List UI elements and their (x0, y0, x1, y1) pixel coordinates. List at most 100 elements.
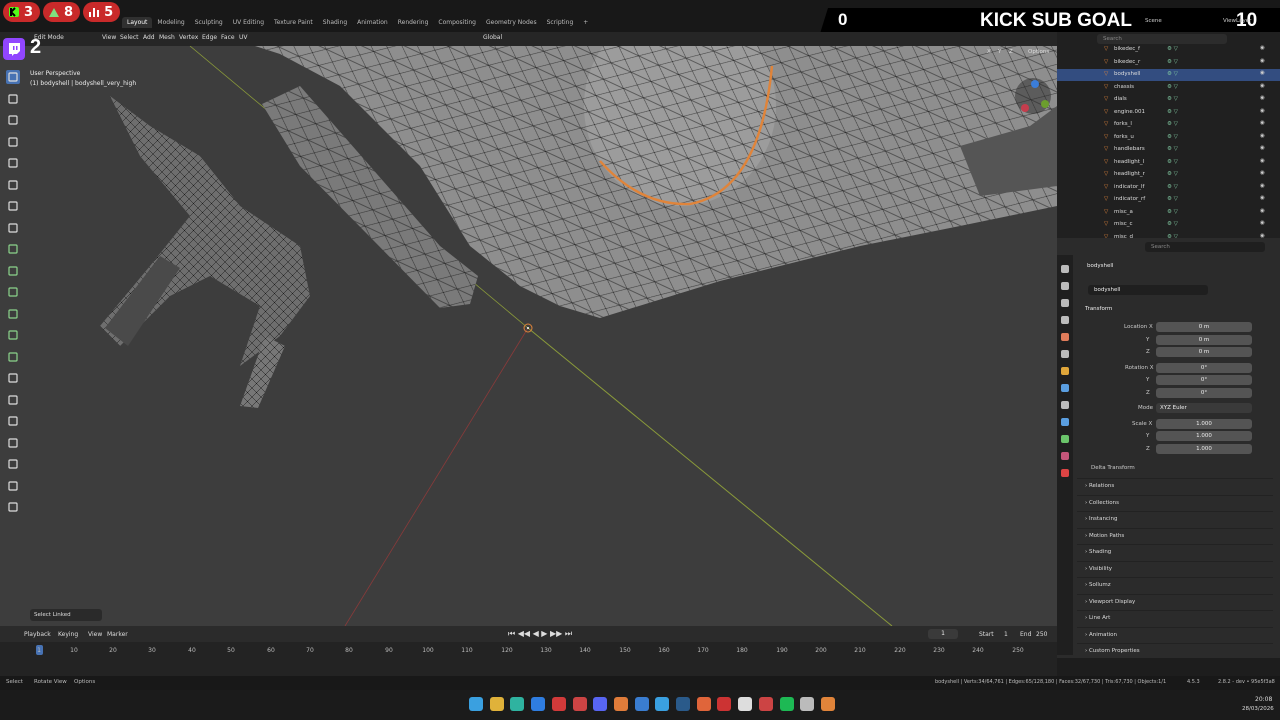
inset-icon[interactable] (6, 285, 20, 299)
location-z-field[interactable]: 0 m (1156, 347, 1252, 357)
app-icon[interactable] (717, 697, 732, 711)
outliner-item[interactable]: ▽ forks_l ⚙ ▽ ◉ (1057, 119, 1280, 131)
acrobat-icon[interactable] (551, 697, 566, 711)
eye-icon[interactable]: ◉ (1260, 70, 1265, 76)
eye-icon[interactable]: ◉ (1260, 108, 1265, 114)
tab-animation[interactable]: Animation (352, 17, 393, 28)
eye-icon[interactable]: ◉ (1260, 170, 1265, 176)
measure-icon[interactable] (6, 221, 20, 235)
edge-slide-icon[interactable] (6, 436, 20, 450)
move-icon[interactable] (6, 113, 20, 127)
properties-tab-icon[interactable] (1061, 469, 1069, 477)
scene-selector[interactable]: Scene (1145, 18, 1162, 24)
menu-mesh[interactable]: Mesh (159, 34, 175, 41)
rotation-z-field[interactable]: 0° (1156, 388, 1252, 398)
app-icon[interactable] (738, 697, 753, 711)
section-animation[interactable]: › Animation (1077, 626, 1273, 641)
bevel-icon[interactable] (6, 307, 20, 321)
outliner-item[interactable]: ▽ chassis ⚙ ▽ ◉ (1057, 82, 1280, 94)
menu-keying[interactable]: Keying (58, 631, 78, 638)
photos-icon[interactable] (655, 697, 670, 711)
transform-section[interactable]: Transform (1085, 306, 1112, 312)
cursor-icon[interactable] (6, 92, 20, 106)
tab-uv-editing[interactable]: UV Editing (228, 17, 269, 28)
shear-icon[interactable] (6, 479, 20, 493)
shrink-icon[interactable] (6, 457, 20, 471)
data-name-field[interactable]: bodyshell (1088, 285, 1208, 295)
outliner-item[interactable]: ▽ indicator_lf ⚙ ▽ ◉ (1057, 182, 1280, 194)
playback-controls[interactable]: ⏮ ◀◀ ◀ ▶ ▶▶ ⏭ (508, 629, 572, 639)
outliner-item[interactable]: ▽ forks_u ⚙ ▽ ◉ (1057, 132, 1280, 144)
menu-add[interactable]: Add (143, 34, 155, 41)
extrude-icon[interactable] (6, 264, 20, 278)
eye-icon[interactable]: ◉ (1260, 183, 1265, 189)
outliner-item[interactable]: ▽ bodyshell ⚙ ▽ ◉ (1057, 69, 1280, 81)
delta-transform-section[interactable]: Delta Transform (1091, 465, 1135, 471)
axis-x[interactable]: X (987, 49, 991, 55)
add-cube-icon[interactable] (6, 242, 20, 256)
eye-icon[interactable]: ◉ (1260, 145, 1265, 151)
outliner-item[interactable]: ▽ misc_c ⚙ ▽ ◉ (1057, 219, 1280, 231)
loop-cut-icon[interactable] (6, 328, 20, 342)
current-frame-field[interactable]: 1 (928, 629, 958, 639)
firefox-icon[interactable] (696, 697, 711, 711)
properties-tab-icon[interactable] (1061, 350, 1069, 358)
outliner-item[interactable]: ▽ misc_a ⚙ ▽ ◉ (1057, 207, 1280, 219)
properties-tab-icon[interactable] (1061, 384, 1069, 392)
rotation-y-field[interactable]: 0° (1156, 375, 1252, 385)
app-icon[interactable] (758, 697, 773, 711)
eye-icon[interactable]: ◉ (1260, 58, 1265, 64)
start-field[interactable]: 1 (1004, 631, 1008, 638)
select-box-icon[interactable] (6, 70, 20, 84)
eye-icon[interactable]: ◉ (1260, 158, 1265, 164)
outliner-item[interactable]: ▽ headlight_r ⚙ ▽ ◉ (1057, 169, 1280, 181)
properties-tab-icon[interactable] (1061, 418, 1069, 426)
tab-shading[interactable]: Shading (318, 17, 352, 28)
properties-tab-icon[interactable] (1061, 265, 1069, 273)
menu-playback[interactable]: Playback (24, 631, 51, 638)
properties-search[interactable]: Search (1145, 242, 1265, 252)
axis-y[interactable]: Y (998, 49, 1001, 55)
scale-x-field[interactable]: 1.000 (1156, 419, 1252, 429)
properties-tab-icon[interactable] (1061, 452, 1069, 460)
properties-tab-icon[interactable] (1061, 401, 1069, 409)
section-instancing[interactable]: › Instancing (1077, 511, 1273, 525)
knife-icon[interactable] (6, 350, 20, 364)
section-custom-properties[interactable]: › Custom Properties (1077, 643, 1273, 657)
tab-rendering[interactable]: Rendering (393, 17, 434, 28)
steam-icon[interactable] (676, 697, 690, 711)
tab-geometry-nodes[interactable]: Geometry Nodes (481, 17, 542, 28)
discord-icon[interactable] (593, 697, 608, 711)
outliner-item[interactable]: ▽ handlebars ⚙ ▽ ◉ (1057, 144, 1280, 156)
properties-tab-icon[interactable] (1061, 435, 1069, 443)
tab-texture-paint[interactable]: Texture Paint (269, 17, 318, 28)
eye-icon[interactable]: ◉ (1260, 83, 1265, 89)
outliner-item[interactable]: ▽ headlight_l ⚙ ▽ ◉ (1057, 157, 1280, 169)
tab-modeling[interactable]: Modeling (152, 17, 189, 28)
tab-layout[interactable]: Layout (122, 17, 153, 28)
spotify-icon[interactable] (779, 697, 794, 711)
outliner-item[interactable]: ▽ bikedec_r ⚙ ▽ ◉ (1057, 57, 1280, 69)
properties-tab-icon[interactable] (1061, 333, 1069, 341)
windows-icon[interactable] (469, 697, 483, 711)
scale-y-field[interactable]: 1.000 (1156, 431, 1252, 441)
tab-scripting[interactable]: Scripting (542, 17, 579, 28)
menu-vertex[interactable]: Vertex (179, 34, 198, 41)
outliner-item[interactable]: ▽ engine.001 ⚙ ▽ ◉ (1057, 107, 1280, 119)
eye-icon[interactable]: ◉ (1260, 95, 1265, 101)
rotation-x-field[interactable]: 0° (1156, 363, 1252, 373)
properties-tab-icon[interactable] (1061, 316, 1069, 324)
viewlayer-selector[interactable]: ViewLayer (1223, 18, 1251, 24)
app-icon[interactable] (634, 697, 649, 711)
location-y-field[interactable]: 0 m (1156, 335, 1252, 345)
transform-icon[interactable] (6, 178, 20, 192)
poly-build-icon[interactable] (6, 371, 20, 385)
menu-face[interactable]: Face (221, 34, 235, 41)
eye-icon[interactable]: ◉ (1260, 120, 1265, 126)
tab-compositing[interactable]: Compositing (433, 17, 481, 28)
select-linked-panel[interactable]: Select Linked (30, 609, 102, 621)
section-collections[interactable]: › Collections (1077, 494, 1273, 509)
properties-tab-icon[interactable] (1061, 299, 1069, 307)
section-visibility[interactable]: › Visibility (1077, 560, 1273, 575)
rotation-mode-dropdown[interactable]: XYZ Euler (1156, 403, 1252, 413)
